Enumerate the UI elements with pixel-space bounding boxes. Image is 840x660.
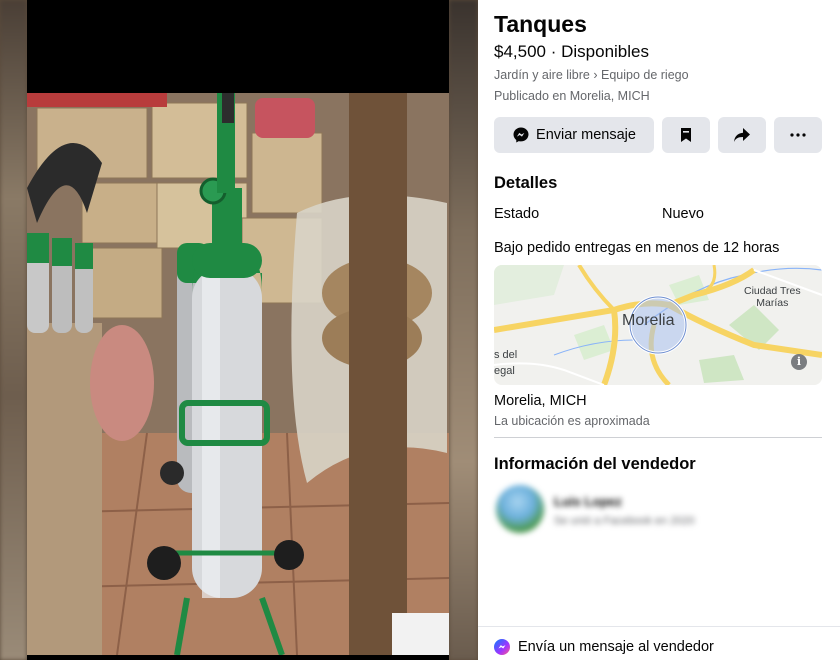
seller-name[interactable]: Luis Lopez bbox=[554, 494, 622, 509]
location-map[interactable]: Morelia Ciudad Tres Marías s del egal i bbox=[494, 265, 822, 385]
map-edge-label-bottom: egal bbox=[494, 365, 515, 377]
listing-photo[interactable] bbox=[27, 93, 449, 655]
listing-title: Tanques bbox=[494, 11, 587, 37]
share-icon bbox=[734, 128, 750, 142]
more-options-button[interactable] bbox=[774, 117, 822, 153]
listing-media bbox=[0, 0, 478, 660]
seller-joined-info: Se unió a Facebook en 2020 bbox=[554, 515, 695, 527]
section-divider bbox=[494, 437, 822, 438]
map-town-label: Ciudad Tres Marías bbox=[744, 285, 801, 309]
send-message-button[interactable]: Enviar mensaje bbox=[494, 117, 654, 153]
send-message-label: Enviar mensaje bbox=[536, 127, 636, 143]
listing-details-panel: Tanques $4,500 · Disponibles Jardín y ai… bbox=[478, 0, 840, 660]
footer-divider bbox=[478, 626, 840, 627]
location-name: Morelia, MICH bbox=[494, 393, 587, 409]
details-heading: Detalles bbox=[494, 174, 558, 192]
message-seller-label: Envía un mensaje al vendedor bbox=[518, 639, 714, 655]
listing-category-breadcrumb[interactable]: Jardín y aire libre › Equipo de riego bbox=[494, 68, 689, 82]
map-edge-label-top: s del bbox=[494, 349, 518, 361]
message-seller-prompt[interactable]: Envía un mensaje al vendedor bbox=[494, 639, 714, 655]
map-info-icon[interactable]: i bbox=[791, 354, 807, 370]
listing-price-status: $4,500 · Disponibles bbox=[494, 42, 649, 61]
media-blur-background-right bbox=[449, 0, 478, 660]
listing-description: Bajo pedido entregas en menos de 12 hora… bbox=[494, 240, 780, 256]
messenger-icon bbox=[513, 127, 529, 143]
map-city-label: Morelia bbox=[622, 312, 675, 329]
share-button[interactable] bbox=[718, 117, 766, 153]
save-button[interactable] bbox=[662, 117, 710, 153]
more-icon bbox=[790, 133, 806, 137]
listing-published-location[interactable]: Publicado en Morelia, MICH bbox=[494, 89, 650, 103]
location-approximate-note: La ubicación es aproximada bbox=[494, 414, 650, 428]
condition-value: Nuevo bbox=[662, 206, 704, 222]
condition-label: Estado bbox=[494, 206, 540, 222]
media-blur-background-left bbox=[0, 0, 27, 660]
seller-avatar[interactable] bbox=[496, 485, 544, 533]
photo-frame[interactable] bbox=[27, 0, 449, 660]
seller-info-heading: Información del vendedor bbox=[494, 455, 696, 473]
bookmark-icon bbox=[681, 128, 691, 142]
messenger-icon bbox=[494, 639, 510, 655]
